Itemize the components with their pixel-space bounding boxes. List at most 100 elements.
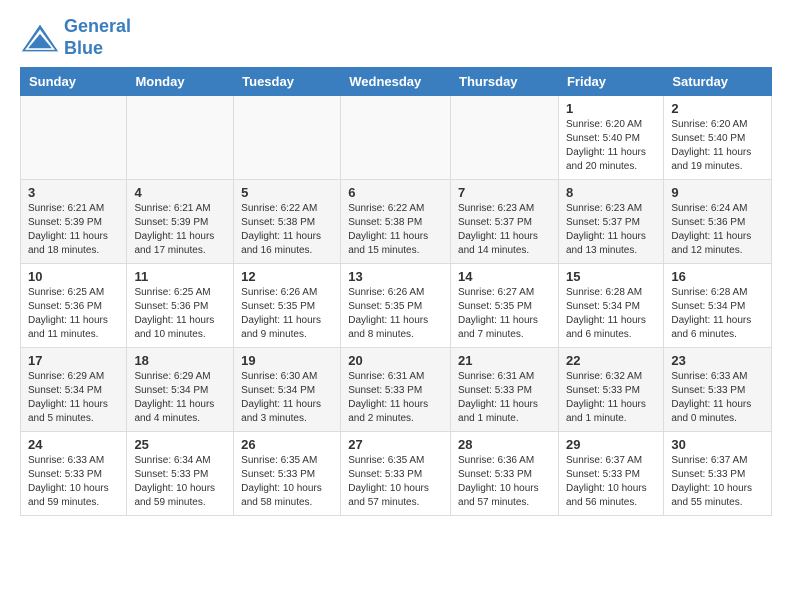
weekday-header: Wednesday	[341, 68, 451, 96]
weekday-header: Sunday	[21, 68, 127, 96]
calendar-cell: 23 Sunrise: 6:33 AM Sunset: 5:33 PM Dayli…	[664, 348, 772, 432]
calendar-cell: 13 Sunrise: 6:26 AM Sunset: 5:35 PM Dayli…	[341, 264, 451, 348]
day-number: 23	[671, 353, 764, 368]
cell-info: Sunrise: 6:34 AM Sunset: 5:33 PM Dayligh…	[134, 454, 226, 510]
cell-info: Sunrise: 6:28 AM Sunset: 5:34 PM Dayligh…	[671, 286, 764, 342]
calendar-cell	[451, 96, 559, 180]
calendar-cell: 26 Sunrise: 6:35 AM Sunset: 5:33 PM Dayli…	[234, 432, 341, 516]
logo-text: General Blue	[64, 16, 131, 59]
calendar-cell	[21, 96, 127, 180]
day-number: 5	[241, 185, 333, 200]
cell-info: Sunrise: 6:27 AM Sunset: 5:35 PM Dayligh…	[458, 286, 551, 342]
day-number: 17	[28, 353, 119, 368]
day-number: 13	[348, 269, 443, 284]
weekday-header: Thursday	[451, 68, 559, 96]
calendar-cell: 21Sunrise: 6:31 AM Sunset: 5:33 PM Dayli…	[451, 348, 559, 432]
day-number: 12	[241, 269, 333, 284]
cell-info: Sunrise: 6:25 AM Sunset: 5:36 PM Dayligh…	[134, 286, 226, 342]
calendar-cell: 24 Sunrise: 6:33 AM Sunset: 5:33 PM Dayli…	[21, 432, 127, 516]
calendar-cell: 8 Sunrise: 6:23 AM Sunset: 5:37 PM Daylig…	[558, 180, 663, 264]
cell-info: Sunrise: 6:28 AM Sunset: 5:34 PM Dayligh…	[566, 286, 656, 342]
day-number: 1	[566, 101, 656, 116]
cell-info: Sunrise: 6:22 AM Sunset: 5:38 PM Dayligh…	[348, 202, 443, 258]
cell-info: Sunrise: 6:21 AM Sunset: 5:39 PM Dayligh…	[28, 202, 119, 258]
day-number: 30	[671, 437, 764, 452]
calendar-row: 24 Sunrise: 6:33 AM Sunset: 5:33 PM Dayli…	[21, 432, 772, 516]
day-number: 2	[671, 101, 764, 116]
calendar-cell: 11 Sunrise: 6:25 AM Sunset: 5:36 PM Dayli…	[127, 264, 234, 348]
calendar-cell: 16 Sunrise: 6:28 AM Sunset: 5:34 PM Dayli…	[664, 264, 772, 348]
calendar-cell: 10 Sunrise: 6:25 AM Sunset: 5:36 PM Dayli…	[21, 264, 127, 348]
header: General Blue	[0, 0, 792, 67]
day-number: 26	[241, 437, 333, 452]
weekday-header: Monday	[127, 68, 234, 96]
calendar-cell: 20 Sunrise: 6:31 AM Sunset: 5:33 PM Dayli…	[341, 348, 451, 432]
day-number: 25	[134, 437, 226, 452]
logo: General Blue	[20, 16, 131, 59]
logo-icon	[20, 23, 60, 53]
day-number: 18	[134, 353, 226, 368]
day-number: 28	[458, 437, 551, 452]
cell-info: Sunrise: 6:33 AM Sunset: 5:33 PM Dayligh…	[671, 370, 764, 426]
calendar-cell: 29Sunrise: 6:37 AM Sunset: 5:33 PM Dayli…	[558, 432, 663, 516]
day-number: 24	[28, 437, 119, 452]
calendar-row: 17 Sunrise: 6:29 AM Sunset: 5:34 PM Dayli…	[21, 348, 772, 432]
day-number: 10	[28, 269, 119, 284]
calendar-cell: 19Sunrise: 6:30 AM Sunset: 5:34 PM Dayli…	[234, 348, 341, 432]
page-container: General Blue SundayMondayTuesdayWednesda…	[0, 0, 792, 526]
calendar-cell: 27Sunrise: 6:35 AM Sunset: 5:33 PM Dayli…	[341, 432, 451, 516]
cell-info: Sunrise: 6:23 AM Sunset: 5:37 PM Dayligh…	[458, 202, 551, 258]
calendar-cell	[127, 96, 234, 180]
calendar-cell: 2 Sunrise: 6:20 AM Sunset: 5:40 PM Daylig…	[664, 96, 772, 180]
day-number: 15	[566, 269, 656, 284]
weekday-header: Friday	[558, 68, 663, 96]
day-number: 8	[566, 185, 656, 200]
cell-info: Sunrise: 6:22 AM Sunset: 5:38 PM Dayligh…	[241, 202, 333, 258]
day-number: 27	[348, 437, 443, 452]
cell-info: Sunrise: 6:37 AM Sunset: 5:33 PM Dayligh…	[566, 454, 656, 510]
day-number: 14	[458, 269, 551, 284]
day-number: 6	[348, 185, 443, 200]
cell-info: Sunrise: 6:20 AM Sunset: 5:40 PM Dayligh…	[671, 118, 764, 174]
weekday-header: Tuesday	[234, 68, 341, 96]
calendar-cell: 7 Sunrise: 6:23 AM Sunset: 5:37 PM Daylig…	[451, 180, 559, 264]
day-number: 4	[134, 185, 226, 200]
day-number: 19	[241, 353, 333, 368]
calendar-cell: 6 Sunrise: 6:22 AM Sunset: 5:38 PM Daylig…	[341, 180, 451, 264]
calendar-cell	[341, 96, 451, 180]
day-number: 3	[28, 185, 119, 200]
calendar-cell: 12Sunrise: 6:26 AM Sunset: 5:35 PM Dayli…	[234, 264, 341, 348]
calendar-wrap: SundayMondayTuesdayWednesdayThursdayFrid…	[0, 67, 792, 526]
calendar-row: 1 Sunrise: 6:20 AM Sunset: 5:40 PM Daylig…	[21, 96, 772, 180]
calendar-cell: 4Sunrise: 6:21 AM Sunset: 5:39 PM Daylig…	[127, 180, 234, 264]
cell-info: Sunrise: 6:31 AM Sunset: 5:33 PM Dayligh…	[348, 370, 443, 426]
cell-info: Sunrise: 6:36 AM Sunset: 5:33 PM Dayligh…	[458, 454, 551, 510]
day-number: 20	[348, 353, 443, 368]
calendar-row: 10 Sunrise: 6:25 AM Sunset: 5:36 PM Dayli…	[21, 264, 772, 348]
calendar-cell: 9Sunrise: 6:24 AM Sunset: 5:36 PM Daylig…	[664, 180, 772, 264]
cell-info: Sunrise: 6:23 AM Sunset: 5:37 PM Dayligh…	[566, 202, 656, 258]
calendar-cell	[234, 96, 341, 180]
day-number: 7	[458, 185, 551, 200]
cell-info: Sunrise: 6:26 AM Sunset: 5:35 PM Dayligh…	[348, 286, 443, 342]
calendar-cell: 1 Sunrise: 6:20 AM Sunset: 5:40 PM Daylig…	[558, 96, 663, 180]
calendar-header-row: SundayMondayTuesdayWednesdayThursdayFrid…	[21, 68, 772, 96]
cell-info: Sunrise: 6:31 AM Sunset: 5:33 PM Dayligh…	[458, 370, 551, 426]
calendar-row: 3 Sunrise: 6:21 AM Sunset: 5:39 PM Daylig…	[21, 180, 772, 264]
calendar-cell: 5 Sunrise: 6:22 AM Sunset: 5:38 PM Daylig…	[234, 180, 341, 264]
cell-info: Sunrise: 6:33 AM Sunset: 5:33 PM Dayligh…	[28, 454, 119, 510]
day-number: 16	[671, 269, 764, 284]
day-number: 22	[566, 353, 656, 368]
cell-info: Sunrise: 6:32 AM Sunset: 5:33 PM Dayligh…	[566, 370, 656, 426]
calendar-cell: 3 Sunrise: 6:21 AM Sunset: 5:39 PM Daylig…	[21, 180, 127, 264]
cell-info: Sunrise: 6:35 AM Sunset: 5:33 PM Dayligh…	[241, 454, 333, 510]
cell-info: Sunrise: 6:29 AM Sunset: 5:34 PM Dayligh…	[28, 370, 119, 426]
cell-info: Sunrise: 6:20 AM Sunset: 5:40 PM Dayligh…	[566, 118, 656, 174]
calendar-table: SundayMondayTuesdayWednesdayThursdayFrid…	[20, 67, 772, 516]
day-number: 11	[134, 269, 226, 284]
calendar-cell: 28 Sunrise: 6:36 AM Sunset: 5:33 PM Dayli…	[451, 432, 559, 516]
cell-info: Sunrise: 6:29 AM Sunset: 5:34 PM Dayligh…	[134, 370, 226, 426]
day-number: 9	[671, 185, 764, 200]
calendar-cell: 18 Sunrise: 6:29 AM Sunset: 5:34 PM Dayli…	[127, 348, 234, 432]
cell-info: Sunrise: 6:25 AM Sunset: 5:36 PM Dayligh…	[28, 286, 119, 342]
